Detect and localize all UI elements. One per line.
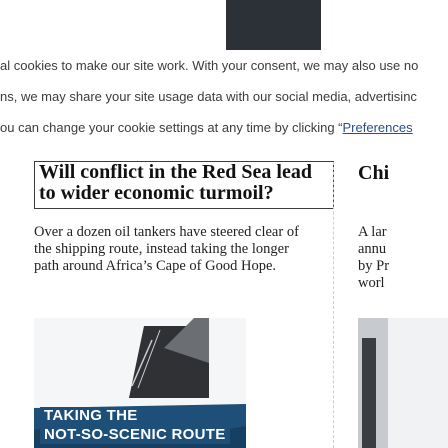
article-thumbnail[interactable]	[358, 318, 448, 448]
article-image	[358, 318, 448, 448]
article-card[interactable]: Will conflict in the Red Sea lead to wid…	[0, 0, 334, 448]
article-headline-line-2: to wider economic turmoil?	[39, 182, 274, 204]
article-headline[interactable]: Will conflict in the Red Sea lead to wid…	[34, 161, 334, 209]
thumbnail-title-line-1: TAKING THE	[40, 407, 230, 425]
article-summary: Over a dozen oil tankers have steered cl…	[34, 224, 334, 275]
thumbnail-title: TAKING THE NOT-SO-SCENIC ROUTE	[40, 407, 230, 445]
summary-line: by Pr	[358, 258, 390, 274]
summary-line: path around Africa’s Cape of Good Hope.	[34, 258, 277, 274]
column-divider	[333, 162, 334, 448]
summary-line: the shipping route, instead taking the l…	[34, 241, 289, 257]
summary-line: worl	[358, 275, 385, 291]
article-summary: A lar annu by Pr worl	[358, 224, 448, 292]
article-headline[interactable]: Chi	[358, 163, 389, 184]
summary-line: annu	[358, 241, 387, 257]
summary-line: A lar	[358, 224, 387, 240]
article-thumbnail[interactable]: TAKING THE NOT-SO-SCENIC ROUTE	[34, 318, 246, 448]
summary-line: Over a dozen oil tankers have steered cl…	[34, 224, 299, 240]
thumbnail-title-line-2: NOT-SO-SCENIC ROUTE	[40, 426, 230, 444]
article-card[interactable]: Chi A lar annu by Pr worl	[340, 0, 448, 448]
article-headline-line-1: Will conflict in the Red Sea lead	[39, 161, 312, 183]
